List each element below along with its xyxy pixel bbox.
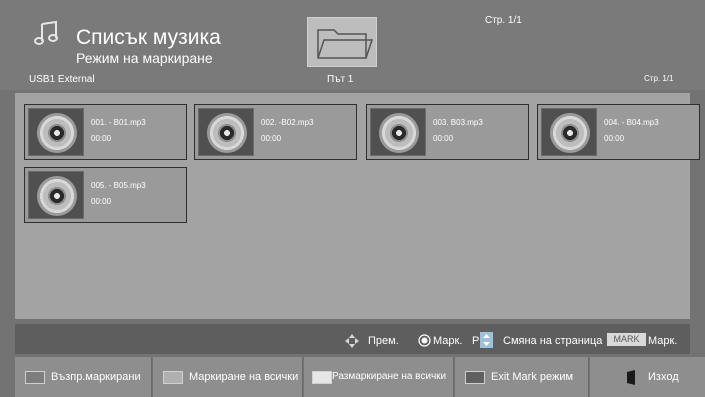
header: Списък музика Режим на маркиране USB1 Ex… bbox=[0, 0, 705, 90]
button-label: Маркиране на всички bbox=[189, 371, 299, 383]
file-name: 002. -B02.mp3 bbox=[261, 118, 314, 127]
file-name: 003. B03.mp3 bbox=[433, 118, 483, 127]
play-marked-button[interactable]: Възпр.маркирани bbox=[15, 357, 152, 397]
folder-icon bbox=[317, 29, 374, 59]
page-key: P bbox=[472, 335, 480, 347]
color-key-swatch bbox=[163, 371, 183, 384]
cd-icon bbox=[379, 113, 419, 153]
file-grid: 001. - B01.mp3 00:00 002. -B02.mp3 00:00… bbox=[15, 93, 700, 319]
file-tile[interactable]: 005. - B05.mp3 00:00 bbox=[24, 167, 187, 223]
cd-icon bbox=[550, 113, 590, 153]
file-name: 005. - B05.mp3 bbox=[91, 181, 146, 190]
mark-all-button[interactable]: Маркиране на всички bbox=[153, 357, 303, 397]
bottom-button-bar: Възпр.маркирани Маркиране на всички Разм… bbox=[15, 357, 705, 397]
file-tile[interactable]: 001. - B01.mp3 00:00 bbox=[24, 104, 187, 160]
page-indicator-top: Стр. 1/1 bbox=[485, 15, 522, 26]
page-up-down-icon bbox=[480, 332, 493, 348]
cd-icon bbox=[37, 176, 77, 216]
ok-button-icon bbox=[418, 334, 431, 347]
color-key-swatch bbox=[465, 371, 485, 384]
button-label: Възпр.маркирани bbox=[51, 371, 141, 383]
file-duration: 00:00 bbox=[91, 134, 112, 143]
file-tile[interactable]: 004. - B04.mp3 00:00 bbox=[537, 104, 700, 160]
exit-door-icon bbox=[627, 370, 635, 385]
navigation-arrows-icon bbox=[345, 334, 359, 348]
file-name: 004. - B04.mp3 bbox=[604, 118, 659, 127]
music-list-screen: Списък музика Режим на маркиране USB1 Ex… bbox=[0, 0, 705, 397]
file-tile[interactable]: 002. -B02.mp3 00:00 bbox=[194, 104, 357, 160]
file-duration: 00:00 bbox=[604, 134, 625, 143]
thumbnail bbox=[541, 108, 597, 156]
thumbnail bbox=[198, 108, 254, 156]
device-label: USB1 External bbox=[29, 74, 95, 85]
folder-button[interactable] bbox=[307, 17, 377, 67]
move-hint: Прем. bbox=[368, 335, 399, 347]
page-title: Списък музика bbox=[76, 26, 221, 49]
page-indicator: Стр. 1/1 bbox=[644, 74, 674, 83]
file-tile[interactable]: 003. B03.mp3 00:00 bbox=[366, 104, 529, 160]
file-name: 001. - B01.mp3 bbox=[91, 118, 146, 127]
button-label: Изход bbox=[648, 371, 679, 383]
button-label: Exit Mark режим bbox=[491, 371, 574, 383]
cd-icon bbox=[207, 113, 247, 153]
file-duration: 00:00 bbox=[261, 134, 282, 143]
cd-icon bbox=[37, 113, 77, 153]
file-duration: 00:00 bbox=[91, 197, 112, 206]
thumbnail bbox=[28, 108, 84, 156]
exit-button[interactable]: Изход bbox=[590, 357, 705, 397]
page-change-hint: Смяна на страница bbox=[503, 335, 603, 347]
music-note-icon bbox=[34, 20, 58, 45]
button-label: Размаркиране на всички bbox=[332, 371, 447, 382]
mark-hint: Марк. bbox=[433, 335, 463, 347]
mark-key-hint: Марк. bbox=[648, 335, 678, 347]
unmark-all-button[interactable]: Размаркиране на всички bbox=[304, 357, 454, 397]
file-duration: 00:00 bbox=[433, 134, 454, 143]
color-key-swatch bbox=[25, 371, 45, 384]
hint-bar: Прем. Марк. P Смяна на страница Марк. bbox=[15, 324, 690, 354]
path-label: Път 1 bbox=[327, 74, 354, 85]
mode-subtitle: Режим на маркиране bbox=[76, 50, 213, 66]
color-key-swatch bbox=[312, 371, 332, 384]
thumbnail bbox=[370, 108, 426, 156]
mark-key-badge: MARK bbox=[607, 333, 646, 346]
thumbnail bbox=[28, 171, 84, 219]
exit-mark-mode-button[interactable]: Exit Mark режим bbox=[455, 357, 589, 397]
